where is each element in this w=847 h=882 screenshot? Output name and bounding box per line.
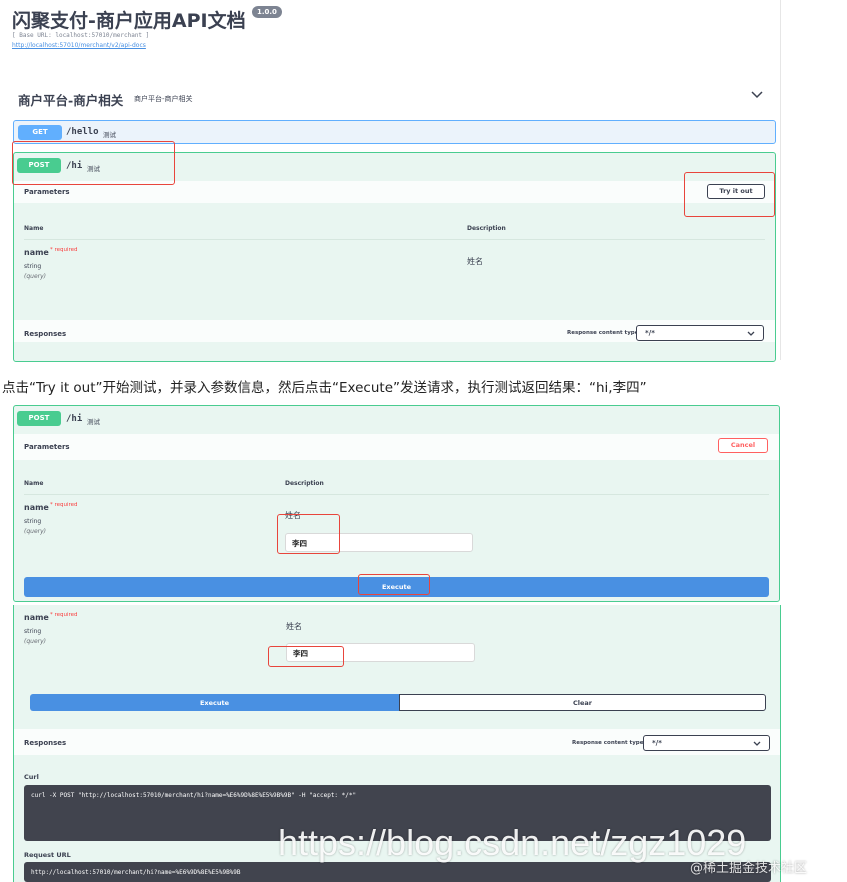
operation-summary: 测试 [103,131,116,139]
parameters-header [14,434,779,460]
col-name: Name [24,480,44,487]
divider [24,494,769,495]
watermark-brand: @稀土掘金技术社区 [690,861,808,876]
content-type-label: Response content type [567,330,639,336]
chevron-down-icon [747,331,755,336]
highlight-box [684,172,775,217]
tag-title[interactable]: 商户平台-商户相关 [18,90,123,109]
tag-description: 商户平台-商户相关 [134,95,193,103]
parameters-label: Parameters [24,188,70,196]
content-type-select[interactable]: */* [636,325,764,341]
instruction-caption: 点击“Try it out”开始测试，并录入参数信息，然后点击“Execute”… [2,380,647,396]
param-name: name [24,613,49,622]
execute-label: Execute [199,699,230,707]
operation-summary: 测试 [87,418,100,426]
param-name: name [24,248,49,257]
chevron-down-icon [753,741,761,746]
responses-label: Responses [24,739,67,747]
request-url-label: Request URL [24,851,71,859]
curl-command: curl -X POST "http://localhost:57010/mer… [31,792,357,799]
col-description: Description [285,480,324,487]
param-in: (query) [24,528,47,535]
param-type: string [24,263,42,270]
divider [780,0,781,360]
execute-button[interactable]: Execute [30,694,399,711]
required-label: * required [50,247,78,253]
responses-label: Responses [24,330,67,338]
content-type-label: Response content type [572,740,644,746]
version-badge: 1.0.0 [252,6,282,18]
highlight-box [277,514,340,554]
method-badge-get: GET [18,125,62,140]
param-in: (query) [24,638,47,645]
param-type: string [24,628,42,635]
base-url: [ Base URL: localhost:57010/merchant ] [12,32,150,39]
request-url-block: http://localhost:57010/merchant/hi?name=… [24,862,771,882]
required-label: * required [50,612,78,618]
content-type-select[interactable]: */* [643,735,770,751]
parameters-label: Parameters [24,443,70,451]
operation-post-hi: POST /hi 测试 Parameters Cancel Name Descr… [13,405,780,602]
param-description: 姓名 [286,622,302,631]
api-docs-link[interactable]: http://localhost:57010/merchant/v2/api-d… [12,42,146,49]
highlight-box [12,141,175,185]
operation-path: /hello [66,127,99,137]
operation-path: /hi [66,414,83,424]
highlight-box [358,574,430,595]
method-badge-post: POST [17,411,61,426]
param-in: (query) [24,273,47,280]
select-value: */* [645,329,655,337]
curl-label: Curl [24,773,39,781]
highlight-box [268,646,344,667]
clear-label: Clear [573,699,592,707]
watermark-text: https://blog.csdn.net/zgz1029 [278,822,747,863]
cancel-button[interactable]: Cancel [718,438,768,453]
param-description: 姓名 [467,257,483,266]
col-name: Name [24,225,44,232]
param-type: string [24,518,42,525]
param-name: name [24,503,49,512]
select-value: */* [652,739,662,747]
clear-button[interactable]: Clear [399,694,766,711]
chevron-down-icon[interactable] [750,88,764,105]
page-title: 闪聚支付-商户应用API文档 [12,10,246,32]
required-label: * required [50,502,78,508]
divider [24,239,765,240]
request-url: http://localhost:57010/merchant/hi?name=… [31,869,241,876]
col-description: Description [467,225,506,232]
